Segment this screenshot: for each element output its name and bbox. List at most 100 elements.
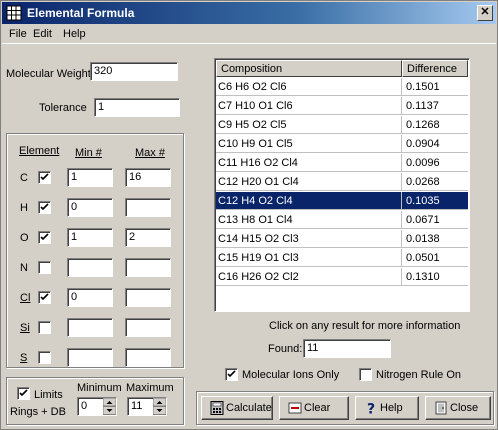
difference-cell: 0.0096 [406,157,440,169]
composition-cell: C12 H4 O2 Cl4 [216,192,402,210]
window-title: Elemental Formula [27,6,135,20]
element-min-input[interactable] [67,318,113,337]
difference-cell: 0.1268 [406,119,440,131]
limits-checkbox[interactable] [17,387,30,400]
menu-help[interactable]: Help [63,28,86,40]
element-checkbox[interactable] [38,351,51,364]
nitrogen-rule-label: Nitrogen Rule On [376,369,461,381]
limits-min-label: Minimum [77,382,122,394]
molecular-ions-label: Molecular Ions Only [242,369,340,381]
element-max-input[interactable] [125,258,171,277]
element-min-input[interactable]: 0 [67,198,113,217]
element-symbol: C [20,172,28,184]
app-window: Elemental Formula ✕ File Edit Help Molec… [0,0,498,430]
molecular-ions-checkbox[interactable] [225,368,238,381]
element-checkbox[interactable] [38,171,51,184]
help-label: Help [380,402,403,414]
composition-cell: C6 H6 O2 Cl6 [216,78,402,96]
menu-bar: File Edit Help [2,25,496,44]
element-checkbox[interactable] [38,291,51,304]
max-column-header: Max # [135,147,165,159]
element-min-input[interactable] [67,348,113,367]
composition-cell: C11 H16 O2 Cl4 [216,154,402,172]
menu-file[interactable]: File [9,28,27,40]
element-symbol: Si [20,322,30,334]
result-row[interactable]: C11 H16 O2 Cl4 0.0096 [216,154,468,172]
molecular-weight-label: Molecular Weight [6,68,91,80]
element-max-input[interactable]: 16 [125,168,171,187]
composition-cell: C9 H5 O2 Cl5 [216,116,402,134]
tolerance-label: Tolerance [39,102,87,114]
limits-max-value: 11 [131,400,143,412]
result-row[interactable]: C7 H10 O1 Cl6 0.1137 [216,97,468,115]
limits-max-spin-icon[interactable] [153,398,166,415]
tolerance-input[interactable]: 1 [94,98,180,117]
calculator-icon [210,401,224,415]
composition-header[interactable]: Composition [216,60,402,77]
result-row[interactable]: C12 H4 O2 Cl4 0.1035 [216,192,468,210]
element-checkbox[interactable] [38,231,51,244]
element-checkbox[interactable] [38,261,51,274]
element-symbol: H [20,202,28,214]
difference-header[interactable]: Difference [402,60,468,77]
result-row[interactable]: C15 H19 O1 Cl3 0.0501 [216,249,468,267]
element-min-input[interactable] [67,258,113,277]
question-icon: ? [367,402,375,416]
result-row[interactable]: C13 H8 O1 Cl4 0.0671 [216,211,468,229]
title-bar[interactable]: Elemental Formula ✕ [2,2,496,24]
element-checkbox[interactable] [38,201,51,214]
difference-cell: 0.1137 [406,100,439,112]
composition-cell: C13 H8 O1 Cl4 [216,211,402,229]
difference-cell: 0.1501 [406,81,440,93]
composition-cell: C12 H20 O1 Cl4 [216,173,402,191]
limits-min-spin-icon[interactable] [103,398,116,415]
element-symbol: Cl [20,292,31,304]
element-min-input[interactable]: 1 [67,228,113,247]
menu-edit[interactable]: Edit [33,28,52,40]
element-min-input[interactable]: 0 [67,288,113,307]
close-button[interactable]: Close [425,396,491,420]
result-row[interactable]: C6 H6 O2 Cl6 0.1501 [216,78,468,96]
grid-app-icon [6,5,22,21]
element-max-input[interactable] [125,288,171,307]
difference-cell: 0.0501 [406,252,440,264]
found-label: Found: [268,343,303,355]
element-min-input[interactable]: 1 [67,168,113,187]
nitrogen-rule-checkbox[interactable] [359,368,372,381]
molecular-weight-input[interactable]: 320 [90,62,178,81]
composition-cell: C14 H15 O2 Cl3 [216,230,402,248]
close-window-button[interactable]: ✕ [477,5,493,21]
results-list[interactable]: Composition Difference C6 H6 O2 Cl6 0.150… [214,58,470,312]
element-max-input[interactable]: 2 [125,228,171,247]
result-row[interactable]: C9 H5 O2 Cl5 0.1268 [216,116,468,134]
close-label: Close [450,402,479,414]
result-row[interactable]: C16 H26 O2 Cl2 0.1310 [216,268,468,286]
eraser-icon [288,402,302,414]
composition-cell: C10 H9 O1 Cl5 [216,135,402,153]
composition-cell: C15 H19 O1 Cl3 [216,249,402,267]
help-button[interactable]: ? Help [355,396,419,420]
composition-cell: C7 H10 O1 Cl6 [216,97,402,115]
element-max-input[interactable] [125,348,171,367]
hint-text: Click on any result for more information [269,320,461,332]
rings-db-label: Rings + DB [10,406,66,418]
difference-cell: 0.0671 [406,214,440,226]
min-column-header: Min # [75,147,102,159]
result-row[interactable]: C10 H9 O1 Cl5 0.0904 [216,135,468,153]
difference-cell: 0.0138 [406,233,440,245]
clear-button[interactable]: Clear [279,396,349,420]
difference-cell: 0.0904 [406,138,440,150]
element-symbol: O [20,232,29,244]
limits-label: Limits [34,389,63,401]
svg-text:?: ? [367,402,375,416]
element-max-input[interactable] [125,198,171,217]
difference-cell: 0.1310 [406,271,440,283]
found-count-field: 11 [303,339,391,358]
element-checkbox[interactable] [38,321,51,334]
result-row[interactable]: C14 H15 O2 Cl3 0.0138 [216,230,468,248]
element-max-input[interactable] [125,318,171,337]
calculate-label: Calculate [226,402,272,414]
result-row[interactable]: C12 H20 O1 Cl4 0.0268 [216,173,468,191]
difference-cell: 0.0268 [406,176,440,188]
calculate-button[interactable]: Calculate [201,396,273,420]
